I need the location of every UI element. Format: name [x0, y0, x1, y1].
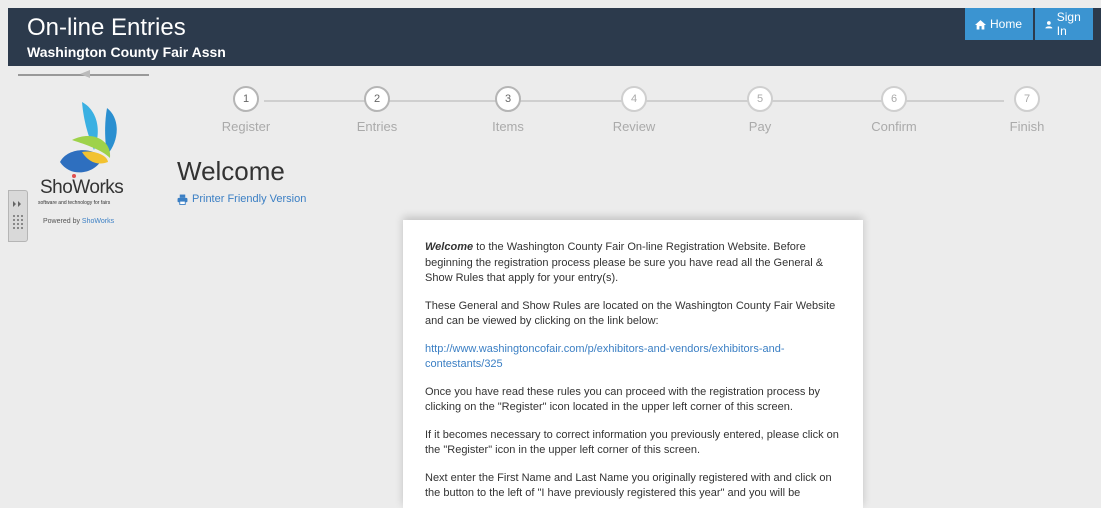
sign-in-button[interactable]: Sign In	[1035, 8, 1093, 40]
step-entries[interactable]: 2 Entries	[337, 86, 417, 134]
page-title: Welcome	[177, 156, 285, 186]
step-number: 5	[747, 86, 773, 112]
expand-arrows-icon	[13, 201, 23, 229]
step-number: 7	[1014, 86, 1040, 112]
fair-name: Washington County Fair Assn	[27, 44, 226, 60]
step-review[interactable]: 4 Review	[594, 86, 674, 134]
logo-tagline: software and technology for fairs	[38, 200, 111, 206]
powered-by-link[interactable]: ShoWorks	[82, 218, 114, 225]
welcome-content: Welcome to the Washington County Fair On…	[403, 220, 863, 508]
step-pay[interactable]: 5 Pay	[720, 86, 800, 134]
top-navbar: On-line Entries Washington County Fair A…	[8, 8, 1101, 66]
correct-info-paragraph: If it becomes necessary to correct infor…	[425, 428, 839, 457]
powered-prefix: Powered by	[43, 218, 80, 225]
rules-link-paragraph: http://www.washingtoncofair.com/p/exhibi…	[425, 342, 841, 373]
sidebar-toggle-tab[interactable]	[8, 190, 28, 242]
printer-icon	[177, 194, 188, 205]
intro-paragraph: Welcome to the Washington County Fair On…	[425, 240, 841, 287]
printer-friendly-link[interactable]: Printer Friendly Version	[177, 193, 306, 205]
home-button[interactable]: Home	[965, 8, 1033, 40]
rules-paragraph: These General and Show Rules are located…	[425, 299, 836, 328]
rules-link[interactable]: http://www.washingtoncofair.com/p/exhibi…	[425, 343, 785, 371]
step-label: Items	[492, 119, 524, 134]
step-confirm[interactable]: 6 Confirm	[854, 86, 934, 134]
user-icon	[1045, 20, 1053, 28]
step-number: 6	[881, 86, 907, 112]
step-label: Finish	[1009, 119, 1045, 134]
step-number: 4	[621, 86, 647, 112]
step-register[interactable]: 1 Register	[206, 86, 286, 134]
step-items[interactable]: 3 Items	[468, 86, 548, 134]
step-number: 2	[364, 86, 390, 112]
home-label: Home	[990, 17, 1023, 31]
proceed-paragraph: Once you have read these rules you can p…	[425, 385, 821, 414]
home-icon	[975, 19, 986, 29]
powered-by: Powered by ShoWorks	[43, 218, 114, 225]
logo-wordmark: ShoWorks	[40, 177, 124, 198]
step-label: Register	[221, 119, 271, 134]
app-title: On-line Entries	[27, 14, 186, 41]
step-finish[interactable]: 7 Finish	[987, 86, 1067, 134]
step-label: Confirm	[871, 119, 917, 134]
showorks-logo	[60, 102, 117, 178]
step-label: Pay	[748, 119, 772, 134]
step-label: Review	[612, 119, 656, 134]
printer-link-label: Printer Friendly Version	[192, 193, 307, 205]
sign-in-label: Sign In	[1056, 10, 1081, 38]
intro-text: to the Washington County Fair On-line Re…	[425, 241, 824, 284]
step-number: 3	[495, 86, 521, 112]
slider-arrow-icon[interactable]	[80, 70, 90, 78]
intro-emphasis: Welcome	[425, 241, 474, 253]
registration-steps: 1 Register 2 Entries 3 Items 4 Review 5 …	[198, 86, 1078, 146]
previous-registration-paragraph: Next enter the First Name and Last Name …	[425, 471, 832, 500]
step-number: 1	[233, 86, 259, 112]
step-label: Entries	[356, 119, 398, 134]
